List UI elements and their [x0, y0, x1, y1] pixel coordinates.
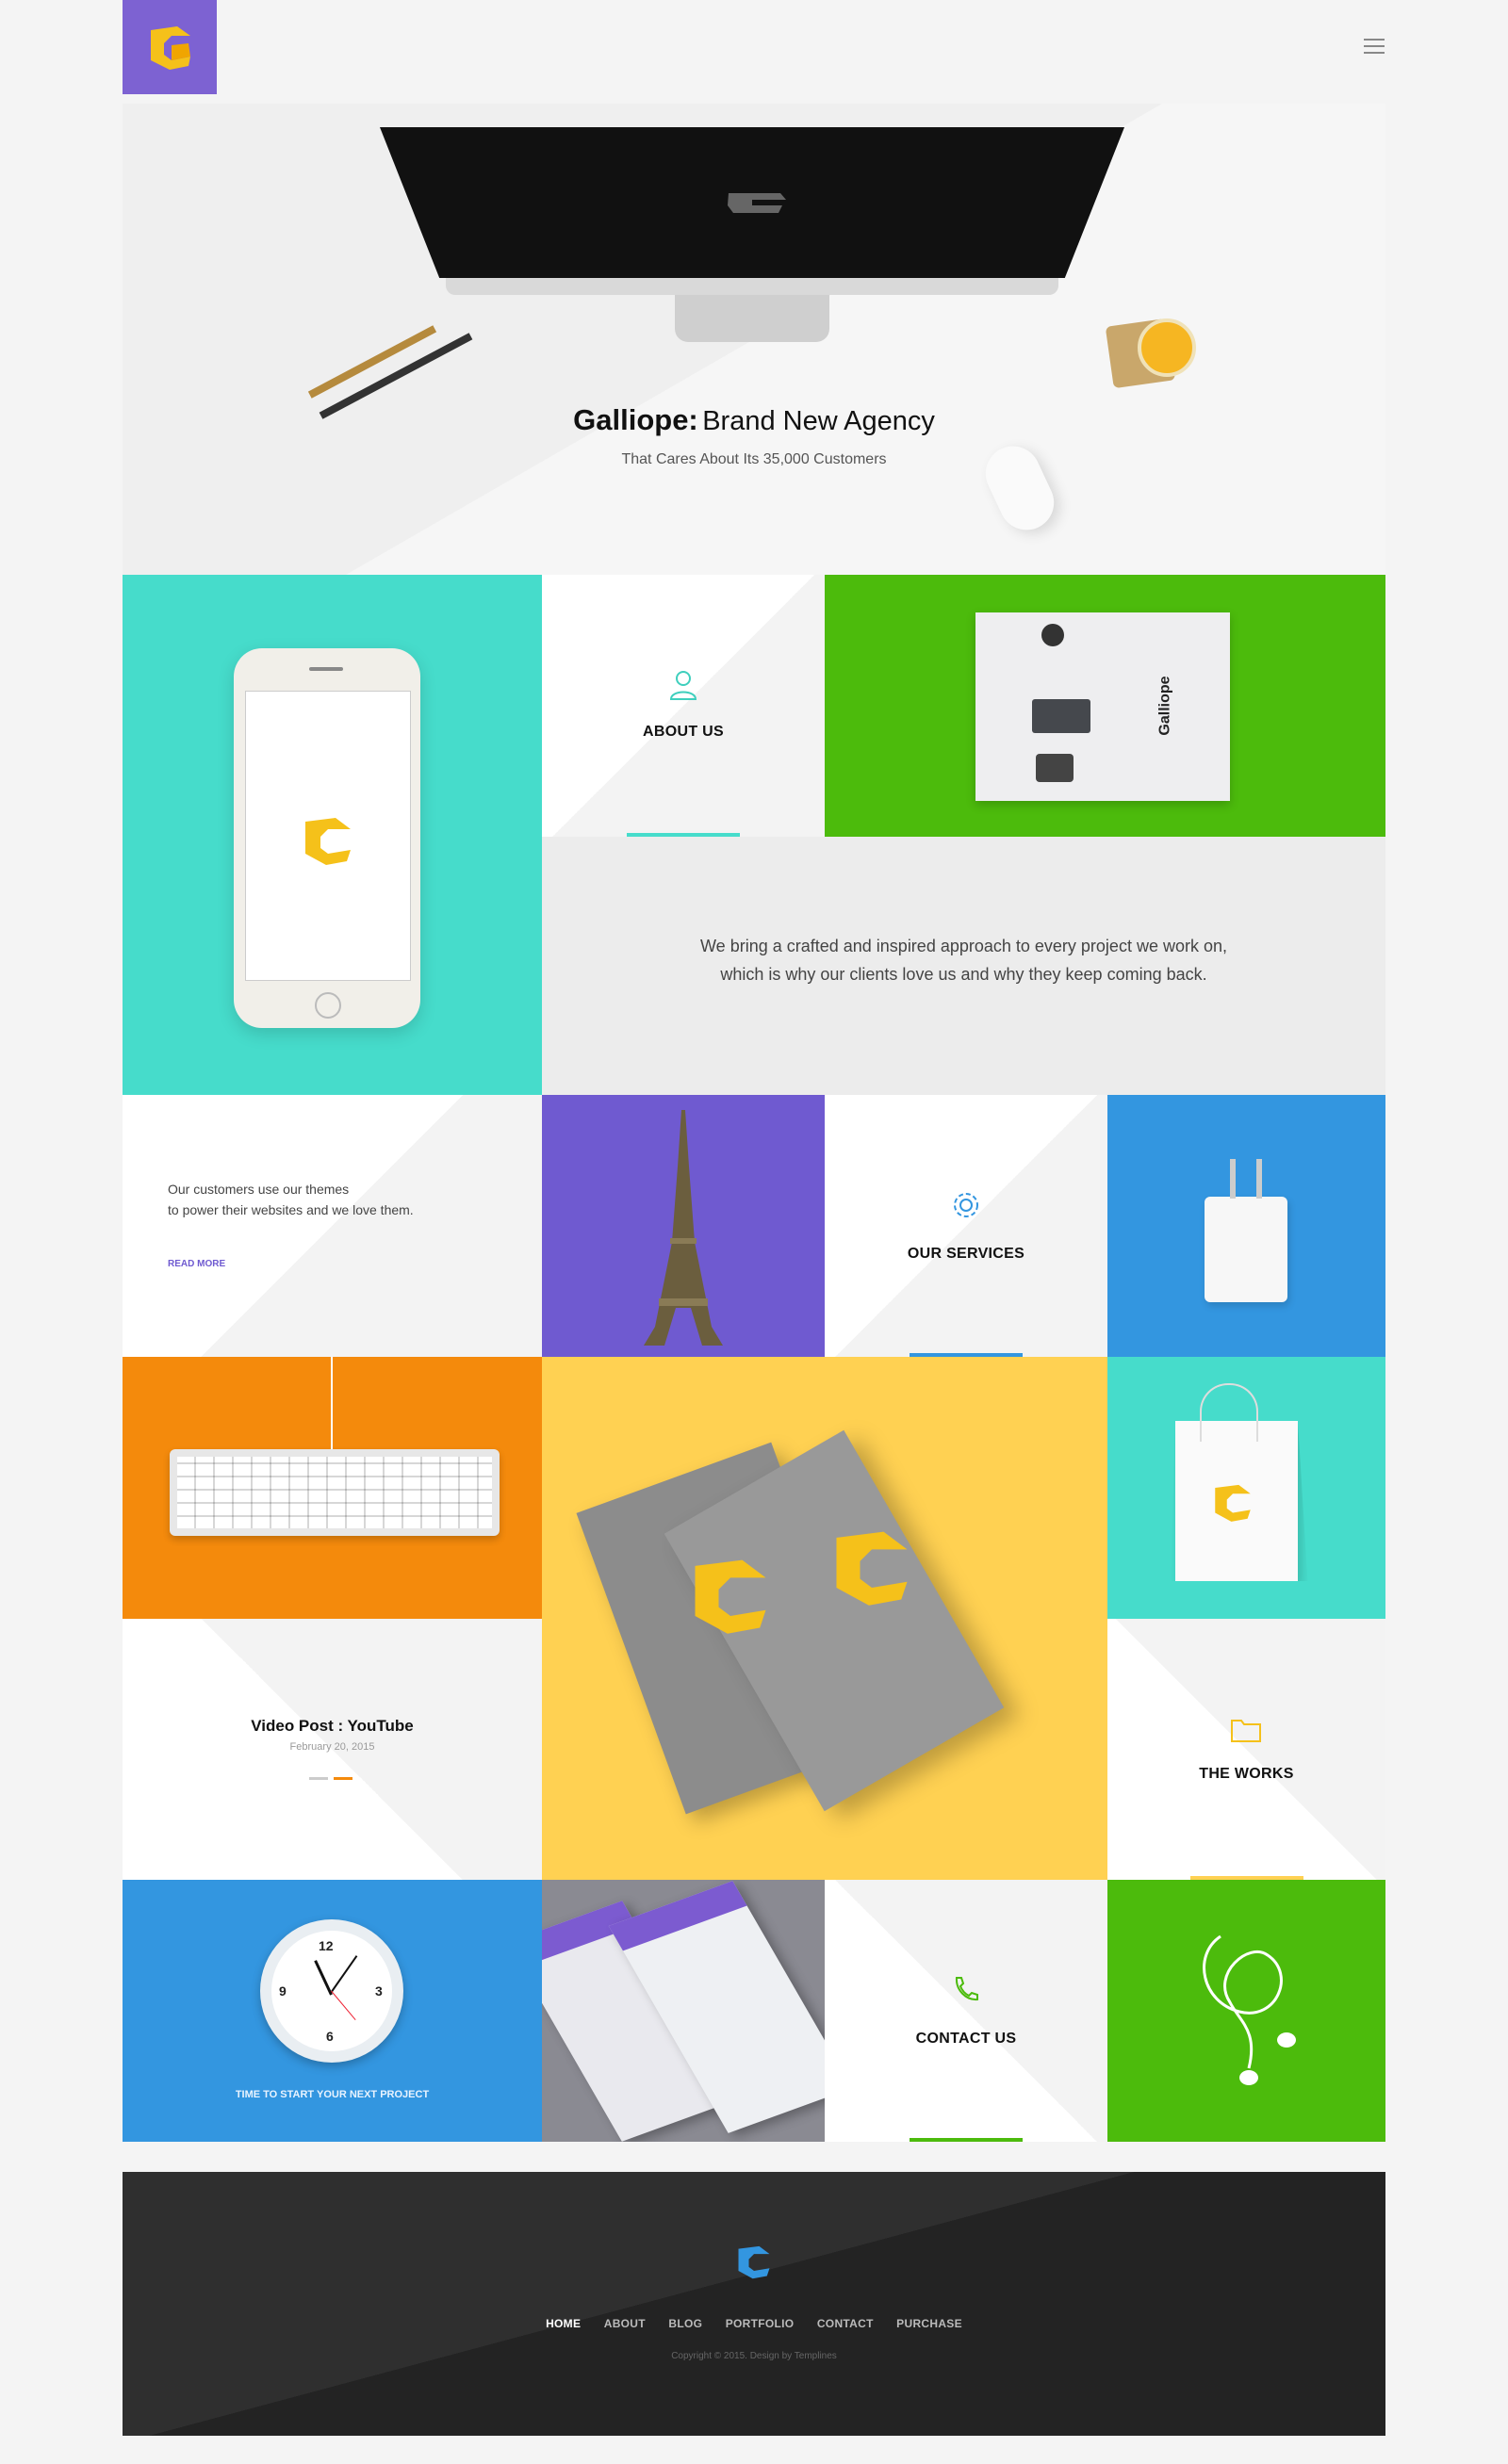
earphones-tile [1107, 1880, 1385, 2142]
footer-nav-contact[interactable]: CONTACT [817, 2317, 874, 2330]
phone-icon [955, 1977, 978, 2001]
hero-section: Galliope: Brand New Agency That Cares Ab… [123, 104, 1385, 575]
hamburger-menu-icon[interactable] [1364, 39, 1385, 54]
slider-dot-2[interactable] [334, 1777, 352, 1780]
hero-subtitle: That Cares About Its 35,000 Customers [621, 451, 887, 467]
clock-number-9: 9 [279, 1983, 287, 1999]
brand-card-text: Galliope [1156, 676, 1173, 736]
earphones-image [1203, 1934, 1296, 2085]
the-works-label: THE WORKS [1199, 1766, 1294, 1782]
clock-image: 12 3 6 9 [260, 1919, 403, 2063]
phone-tile [123, 575, 542, 1095]
footer-copyright: Copyright © 2015. Design by Templines [671, 2351, 837, 2361]
footer-nav-home[interactable]: HOME [546, 2317, 581, 2330]
read-more-link[interactable]: READ MORE [168, 1259, 225, 1269]
business-cards-tile [542, 1357, 1107, 1880]
keyboard-tile [123, 1357, 542, 1619]
charger-tile [1107, 1095, 1385, 1357]
testimonial-line2: to power their websites and we love them… [168, 1202, 414, 1217]
video-post-title: Video Post : YouTube [251, 1717, 414, 1735]
phone-image [234, 648, 420, 1028]
clock-number-6: 6 [326, 2029, 334, 2044]
footer-logo-icon[interactable] [733, 2240, 775, 2281]
clock-number-12: 12 [319, 1938, 334, 1953]
testimonial-line1: Our customers use our themes [168, 1182, 350, 1197]
app-screens-tile [542, 1880, 825, 2142]
our-services-tile[interactable]: OUR SERVICES [825, 1095, 1107, 1357]
eiffel-tile [542, 1095, 825, 1357]
about-us-label: ABOUT US [643, 724, 724, 740]
card-logo-icon [695, 1559, 766, 1634]
user-icon [669, 671, 697, 700]
about-text-line1: We bring a crafted and inspired approach… [700, 937, 1227, 955]
footer-nav: HOME ABOUT BLOG PORTFOLIO CONTACT PURCHA… [123, 2315, 1385, 2332]
brand-card-tile: Galliope [825, 575, 1385, 837]
about-text-line2: which is why our clients love us and why… [720, 965, 1207, 984]
clock-number-3: 3 [375, 1983, 383, 1999]
about-text-tile: We bring a crafted and inspired approach… [542, 837, 1385, 1095]
testimonial-tile: Our customers use our themes to power th… [123, 1095, 542, 1357]
footer-nav-about[interactable]: ABOUT [604, 2317, 646, 2330]
contact-us-underline [910, 2138, 1023, 2142]
monitor-image [380, 127, 1124, 410]
card-logo-icon-2 [836, 1531, 908, 1606]
clock-caption: TIME TO START YOUR NEXT PROJECT [235, 2089, 430, 2100]
video-post-tile[interactable]: Video Post : YouTube February 20, 2015 [123, 1619, 542, 1880]
about-us-tile[interactable]: ABOUT US [542, 575, 825, 837]
shopping-bag-tile [1107, 1357, 1385, 1619]
footer-nav-purchase[interactable]: PURCHASE [896, 2317, 962, 2330]
hero-title-brand: Galliope: [573, 403, 698, 436]
footer-nav-blog[interactable]: BLOG [668, 2317, 702, 2330]
gear-icon [954, 1193, 978, 1217]
keyboard-image [170, 1449, 500, 1536]
video-post-date: February 20, 2015 [289, 1741, 375, 1753]
clock-tile: 12 3 6 9 TIME TO START YOUR NEXT PROJECT [123, 1880, 542, 2142]
footer-nav-portfolio[interactable]: PORTFOLIO [726, 2317, 795, 2330]
contact-us-label: CONTACT US [915, 2031, 1017, 2047]
eiffel-tower-image [644, 1110, 723, 1346]
footer: HOME ABOUT BLOG PORTFOLIO CONTACT PURCHA… [123, 2172, 1385, 2436]
galliope-logo-icon [151, 26, 190, 70]
folder-icon [1231, 1720, 1261, 1742]
slider-dot-1[interactable] [309, 1777, 328, 1780]
brand-card-image: Galliope [975, 612, 1230, 801]
hero-title: Brand New Agency [702, 406, 935, 436]
contact-us-tile[interactable]: CONTACT US [825, 1880, 1107, 2142]
logo-box[interactable] [123, 0, 217, 94]
charger-image [1205, 1197, 1287, 1302]
our-services-label: OUR SERVICES [907, 1246, 1025, 1262]
the-works-tile[interactable]: THE WORKS [1107, 1619, 1385, 1880]
